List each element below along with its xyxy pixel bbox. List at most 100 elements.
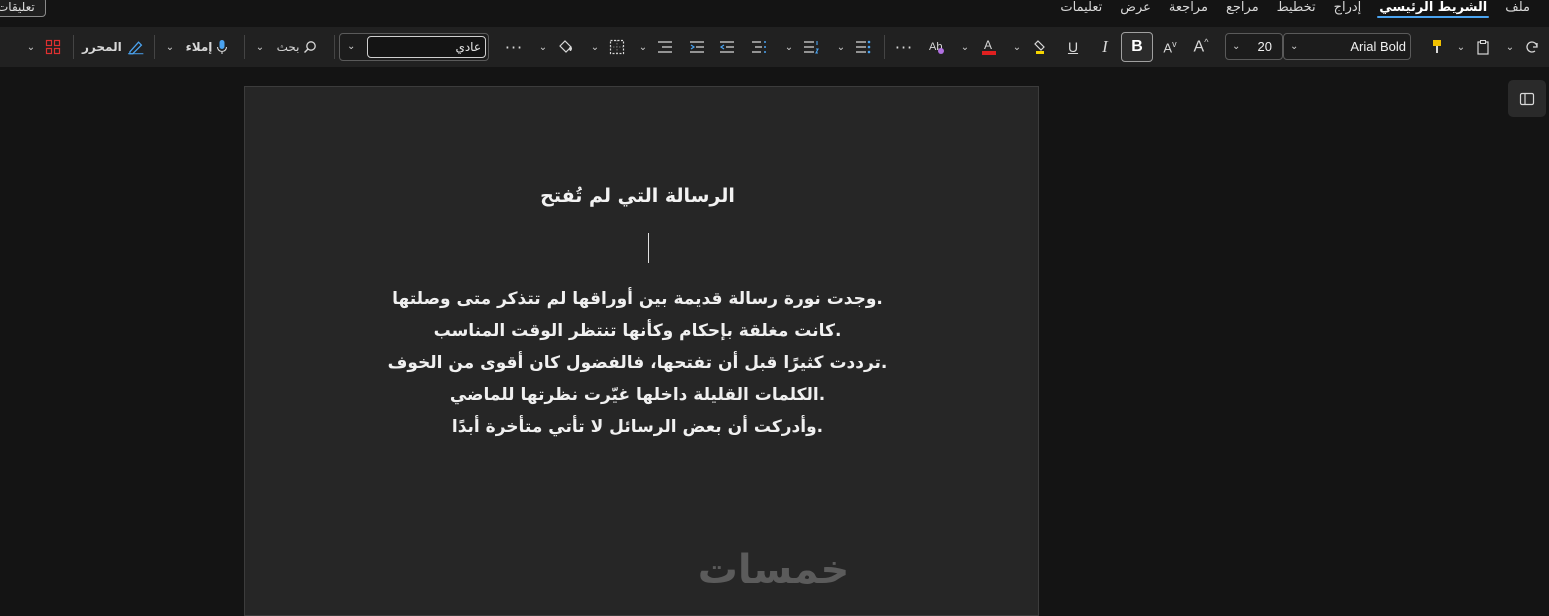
- borders-dropdown[interactable]: ⌄: [588, 27, 602, 67]
- shading-bucket-icon: [557, 39, 575, 55]
- more-paragraph-options[interactable]: ···: [500, 27, 528, 67]
- document-page[interactable]: الرسالة التي لم تُفتح .وجدت نورة رسالة ق…: [244, 86, 1039, 616]
- underline-icon: U: [1068, 39, 1078, 55]
- paragraph-line: .الكلمات القليلة داخلها غيّرت نظرتها للم…: [245, 379, 1030, 411]
- bullets-dropdown[interactable]: ⌄: [834, 27, 848, 67]
- chevron-down-icon: ⌄: [1506, 42, 1514, 53]
- document-title: الرسالة التي لم تُفتح: [245, 185, 1030, 207]
- separator: [73, 35, 74, 59]
- comments-button[interactable]: تعليقات: [0, 0, 46, 17]
- tab-help[interactable]: تعليمات: [1051, 0, 1111, 20]
- tab-view[interactable]: عرض: [1111, 0, 1160, 20]
- font-color-button[interactable]: A: [977, 27, 1001, 67]
- tab-review[interactable]: مراجعة: [1160, 0, 1217, 20]
- tab-home[interactable]: الشريط الرئيسي: [1370, 0, 1496, 20]
- bold-icon: B: [1131, 38, 1143, 56]
- styles-gallery[interactable]: ⌄ عادي: [339, 33, 489, 61]
- addins-dropdown[interactable]: ⌄: [24, 27, 38, 67]
- multilevel-list-button[interactable]: [748, 27, 770, 67]
- paste-dropdown[interactable]: ⌄: [1502, 27, 1518, 67]
- grow-font-button[interactable]: A^: [1188, 27, 1214, 67]
- redo-icon: [1526, 40, 1540, 54]
- chevron-down-icon: ⌄: [785, 42, 793, 53]
- borders-icon: [609, 39, 625, 55]
- menu-bar: ملف الشريط الرئيسي إدراج تخطيط مراجع مرا…: [0, 0, 1549, 27]
- separator: [884, 35, 885, 59]
- chevron-down-icon: ⌄: [1232, 41, 1240, 52]
- numbering-dropdown[interactable]: ⌄: [782, 27, 796, 67]
- increase-indent-button[interactable]: [686, 27, 708, 67]
- tab-references[interactable]: مراجع: [1217, 0, 1268, 20]
- clipboard-icon: [1476, 39, 1490, 55]
- format-painter-icon: [1431, 39, 1443, 55]
- chevron-down-icon: ⌄: [1457, 42, 1465, 53]
- underline-button[interactable]: U: [1062, 27, 1084, 67]
- paragraph-line: .ترددت كثيرًا قبل أن تفتحها، فالفضول كان…: [245, 347, 1030, 379]
- align-dropdown[interactable]: ⌄: [636, 27, 650, 67]
- chevron-down-icon: ⌄: [1013, 42, 1021, 53]
- shrink-font-button[interactable]: Av: [1157, 27, 1183, 67]
- separator: [244, 35, 245, 59]
- chevron-down-icon: ⌄: [347, 41, 355, 52]
- more-icon: ···: [895, 38, 913, 57]
- tab-layout[interactable]: تخطيط: [1268, 0, 1325, 20]
- chevron-down-icon: ⌄: [27, 42, 35, 53]
- text-effects-button[interactable]: Ab: [925, 27, 949, 67]
- text-effects-icon: Ab: [928, 39, 946, 55]
- redo-button[interactable]: [1522, 27, 1544, 67]
- format-painter-button[interactable]: [1426, 27, 1448, 67]
- paragraph-line: .وجدت نورة رسالة قديمة بين أوراقها لم تت…: [245, 283, 1030, 315]
- bullets-button[interactable]: [852, 27, 874, 67]
- font-color-dropdown[interactable]: ⌄: [958, 27, 972, 67]
- numbered-list-icon: [803, 40, 819, 54]
- chevron-down-icon: ⌄: [256, 42, 264, 53]
- borders-button[interactable]: [606, 27, 628, 67]
- search-button[interactable]: بحث: [271, 27, 323, 67]
- more-font-options[interactable]: ···: [891, 27, 917, 67]
- decrease-indent-button[interactable]: [716, 27, 738, 67]
- separator: [334, 35, 335, 59]
- italic-icon: I: [1102, 37, 1108, 57]
- bullet-list-icon: [855, 40, 871, 54]
- font-name-select[interactable]: ⌄ Arial Bold: [1283, 33, 1411, 60]
- font-color-icon: A: [981, 38, 997, 56]
- shading-button[interactable]: [554, 27, 578, 67]
- align-button[interactable]: [654, 27, 676, 67]
- format-painter-dropdown[interactable]: ⌄: [1454, 27, 1468, 67]
- paste-button[interactable]: [1472, 27, 1494, 67]
- chevron-down-icon: ⌄: [539, 42, 547, 53]
- search-label: بحث: [277, 40, 300, 54]
- font-size-value: 20: [1258, 39, 1272, 54]
- style-normal[interactable]: عادي: [367, 36, 486, 58]
- editor-button[interactable]: المحرر: [82, 27, 144, 67]
- text-cursor: [648, 233, 649, 263]
- dictate-dropdown[interactable]: ⌄: [163, 27, 177, 67]
- grow-font-icon: A^: [1194, 37, 1209, 56]
- microphone-icon: [216, 39, 228, 55]
- tab-file[interactable]: ملف: [1496, 0, 1539, 20]
- increase-indent-icon: [689, 40, 705, 54]
- side-panel-button[interactable]: [1508, 80, 1546, 117]
- font-name-value: Arial Bold: [1350, 39, 1406, 54]
- chevron-down-icon: ⌄: [961, 42, 969, 53]
- search-dropdown[interactable]: ⌄: [253, 27, 267, 67]
- highlight-dropdown[interactable]: ⌄: [1010, 27, 1024, 67]
- shading-dropdown[interactable]: ⌄: [536, 27, 550, 67]
- numbering-button[interactable]: [800, 27, 822, 67]
- chevron-down-icon: ⌄: [166, 42, 174, 53]
- editor-label: المحرر: [82, 40, 122, 54]
- bold-button[interactable]: B: [1121, 32, 1153, 62]
- addins-button[interactable]: [42, 27, 64, 67]
- highlighter-icon: [1033, 39, 1049, 55]
- decrease-indent-icon: [719, 40, 735, 54]
- tab-insert[interactable]: إدراج: [1325, 0, 1371, 20]
- dictate-button[interactable]: إملاء: [181, 27, 233, 67]
- paragraph-line: .وأدركت أن بعض الرسائل لا تأتي متأخرة أب…: [245, 411, 1030, 443]
- highlight-button[interactable]: [1029, 27, 1053, 67]
- chevron-down-icon: ⌄: [639, 42, 647, 53]
- dictate-label: إملاء: [186, 40, 213, 54]
- font-size-select[interactable]: ⌄ 20: [1225, 33, 1283, 60]
- italic-button[interactable]: I: [1094, 27, 1116, 67]
- panel-icon: [1519, 91, 1535, 107]
- chevron-down-icon: ⌄: [1290, 41, 1298, 52]
